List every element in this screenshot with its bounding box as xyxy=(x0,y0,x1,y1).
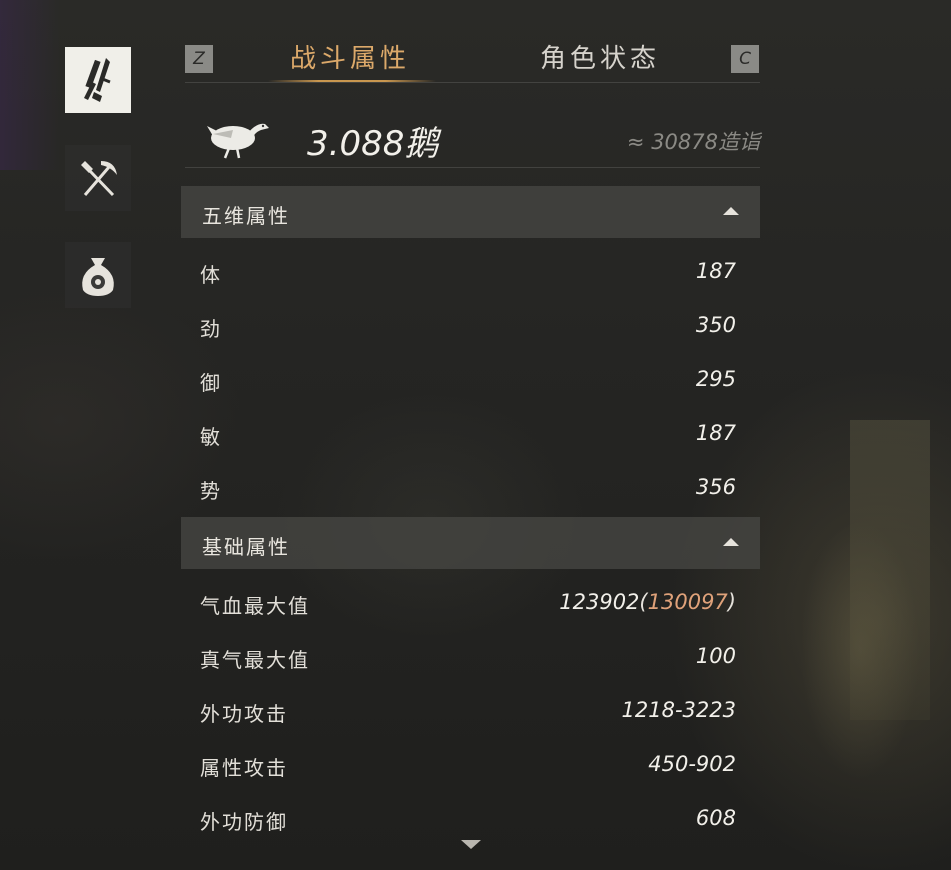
hp-paren-close: ) xyxy=(727,590,736,614)
collapse-icon[interactable] xyxy=(723,207,739,215)
stat-value: 187 xyxy=(695,259,736,283)
section-title: 五维属性 xyxy=(202,204,290,228)
sidebar-item-inventory[interactable] xyxy=(65,242,131,308)
stat-row: 势 356 xyxy=(200,471,736,505)
hp-paren-open: ( xyxy=(639,590,648,614)
power-summary: 3.088鹅 ≈ 30878造诣 xyxy=(185,100,760,168)
stat-label: 外功攻击 xyxy=(200,702,288,726)
stat-value: 295 xyxy=(695,367,736,391)
stat-label: 真气最大值 xyxy=(200,648,310,672)
stat-row: 外功防御 608 xyxy=(200,802,736,836)
weapons-icon xyxy=(70,52,126,108)
section-title: 基础属性 xyxy=(202,535,290,559)
stat-value: 1218-3223 xyxy=(621,698,736,722)
stat-label: 外功防御 xyxy=(200,810,288,834)
tab-prev-key[interactable]: Z xyxy=(185,45,213,73)
stat-row: 体 187 xyxy=(200,255,736,289)
stat-value: 450-902 xyxy=(648,752,736,776)
hp-base: 123902 xyxy=(559,590,640,614)
stat-label: 敏 xyxy=(200,425,222,449)
stat-value: 608 xyxy=(695,806,736,830)
stat-label: 气血最大值 xyxy=(200,594,310,618)
stat-value: 100 xyxy=(695,644,736,668)
stat-row: 御 295 xyxy=(200,363,736,397)
tab-next-key[interactable]: C xyxy=(731,45,759,73)
section-header-five-dim[interactable]: 五维属性 xyxy=(181,186,760,238)
hp-bonus: 130097 xyxy=(647,590,728,614)
stat-label: 御 xyxy=(200,371,222,395)
active-tab-underline xyxy=(268,80,436,82)
tab-character-status[interactable]: 角色状态 xyxy=(540,38,660,75)
stat-value: 187 xyxy=(695,421,736,445)
stat-row: 劲 350 xyxy=(200,309,736,343)
section-header-basic[interactable]: 基础属性 xyxy=(181,517,760,569)
scroll-down-icon[interactable] xyxy=(461,840,481,849)
power-approx: ≈ 30878造诣 xyxy=(626,130,760,154)
power-divider xyxy=(185,167,760,168)
stat-value: 356 xyxy=(695,475,736,499)
tab-combat-attributes[interactable]: 战斗属性 xyxy=(290,38,410,75)
stat-label: 属性攻击 xyxy=(200,756,288,780)
stat-value: 350 xyxy=(695,313,736,337)
stat-label: 势 xyxy=(200,479,222,503)
stat-row: 属性攻击 450-902 xyxy=(200,748,736,782)
collapse-icon[interactable] xyxy=(723,538,739,546)
stat-row: 真气最大值 100 xyxy=(200,640,736,674)
tab-divider xyxy=(185,82,760,83)
stat-label: 体 xyxy=(200,263,222,287)
stat-value-hp: 123902(130097) xyxy=(559,590,736,614)
goose-icon xyxy=(203,108,271,164)
stat-row: 外功攻击 1218-3223 xyxy=(200,694,736,728)
power-value: 3.088鹅 xyxy=(307,124,439,164)
money-bag-icon xyxy=(73,250,123,300)
stat-label: 劲 xyxy=(200,317,222,341)
sidebar-item-tools[interactable] xyxy=(65,145,131,211)
stat-row-hp: 气血最大值 123902(130097) xyxy=(200,586,736,620)
shovel-pickaxe-icon xyxy=(73,153,123,203)
sidebar-item-equipment[interactable] xyxy=(65,47,131,113)
stat-row: 敏 187 xyxy=(200,417,736,451)
